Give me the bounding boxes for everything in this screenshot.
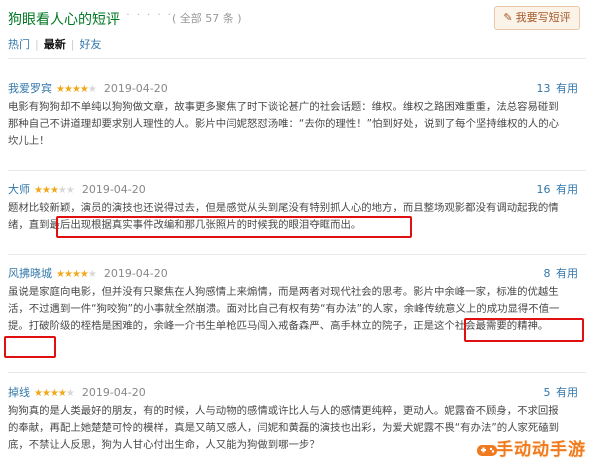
useful-votes[interactable]: 8 有用 [544, 265, 579, 281]
star-filled-icon: ★ [34, 185, 43, 196]
star-filled-icon: ★ [79, 84, 89, 95]
tab-friends[interactable]: 好友 [79, 36, 101, 52]
review-text: 电影有狗狗却不单纯以狗狗做文章，故事更多聚焦了时下谈论甚广的社会话题：维权。维权… [8, 101, 560, 147]
divider [8, 254, 586, 255]
useful-label: 有用 [556, 183, 578, 196]
divider [8, 372, 586, 373]
review-date: 2019-04-20 [81, 386, 146, 399]
star-empty-icon: ★ [87, 84, 97, 95]
star-filled-icon: ★ [56, 84, 65, 95]
star-filled-icon: ★ [49, 185, 59, 196]
star-empty-icon: ★ [57, 185, 67, 196]
review-meta: 我爱罗宾 ★★★★★ 2019-04-20 13 有用 [8, 80, 586, 96]
watermark: 手动动手游 [476, 434, 586, 460]
star-filled-icon: ★ [49, 388, 59, 399]
tab-separator: | [35, 38, 39, 51]
review-meta: 风拂晓城 ★★★★★ 2019-04-20 8 有用 [8, 265, 586, 281]
review-meta: 掉线 ★★★★★ 2019-04-20 5 有用 [8, 384, 586, 400]
write-comment-label: 我要写短评 [515, 11, 571, 24]
star-filled-icon: ★ [41, 388, 51, 399]
section-title: 狗眼看人心的短评 [8, 12, 120, 28]
divider [8, 170, 586, 171]
comment-count[interactable]: ( 全部 57 条 ) [172, 10, 242, 26]
gamepad-icon [477, 445, 497, 456]
rating-stars: ★★★★★ [56, 84, 97, 95]
star-filled-icon: ★ [71, 84, 81, 95]
vote-count: 8 [543, 267, 551, 280]
divider [8, 58, 586, 59]
useful-label: 有用 [556, 82, 578, 95]
star-filled-icon: ★ [71, 269, 81, 280]
useful-votes[interactable]: 5 有用 [544, 384, 579, 400]
highlight-box [56, 216, 412, 238]
vote-count: 5 [543, 386, 551, 399]
watermark-text: 手动动手游 [496, 440, 586, 460]
review-item: 我爱罗宾 ★★★★★ 2019-04-20 13 有用 电影有狗狗却不单纯以狗狗做文… [8, 80, 586, 150]
useful-votes[interactable]: 13 有用 [537, 80, 579, 96]
review-author[interactable]: 风拂晓城 [8, 267, 52, 280]
star-empty-icon: ★ [87, 269, 97, 280]
star-filled-icon: ★ [41, 185, 51, 196]
rating-stars: ★★★★★ [34, 388, 75, 399]
review-date: 2019-04-20 [103, 267, 168, 280]
star-empty-icon: ★ [65, 388, 75, 399]
highlight-box [4, 336, 56, 358]
tab-separator: | [70, 38, 75, 51]
star-filled-icon: ★ [56, 269, 65, 280]
highlight-box [464, 318, 584, 342]
rating-stars: ★★★★★ [56, 269, 97, 280]
write-comment-button[interactable]: ✎ 我要写短评 [494, 6, 580, 30]
review-author[interactable]: 我爱罗宾 [8, 82, 52, 95]
title-dots: · · · · · · [116, 10, 173, 21]
rating-stars: ★★★★★ [34, 185, 75, 196]
review-date: 2019-04-20 [103, 82, 168, 95]
tab-latest[interactable]: 最新 [44, 36, 66, 52]
review-meta: 大师 ★★★★★ 2019-04-20 16 有用 [8, 181, 586, 197]
pencil-icon: ✎ [503, 11, 513, 24]
sort-tabs: 热门 | 最新 | 好友 [8, 36, 101, 52]
star-filled-icon: ★ [57, 388, 67, 399]
useful-label: 有用 [556, 386, 578, 399]
star-empty-icon: ★ [65, 185, 75, 196]
review-author[interactable]: 大师 [8, 183, 30, 196]
vote-count: 13 [536, 82, 551, 95]
useful-label: 有用 [556, 267, 578, 280]
useful-votes[interactable]: 16 有用 [537, 181, 579, 197]
star-filled-icon: ★ [63, 84, 73, 95]
star-filled-icon: ★ [63, 269, 73, 280]
comments-header: 狗眼看人心的短评 · · · · · · ( 全部 57 条 ) ✎ 我要写短评 [8, 4, 586, 32]
tab-hot[interactable]: 热门 [8, 36, 30, 52]
star-filled-icon: ★ [79, 269, 89, 280]
review-author[interactable]: 掉线 [8, 386, 30, 399]
review-date: 2019-04-20 [81, 183, 146, 196]
vote-count: 16 [536, 183, 551, 196]
star-filled-icon: ★ [34, 388, 43, 399]
